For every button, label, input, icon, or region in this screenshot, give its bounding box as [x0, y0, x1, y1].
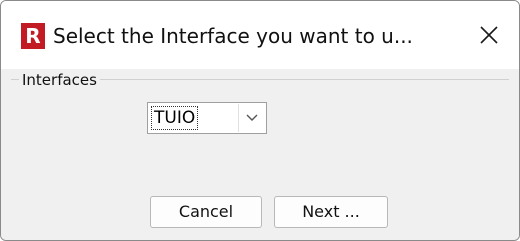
- next-button[interactable]: Next ...: [274, 196, 388, 228]
- interface-select[interactable]: TUIO: [147, 102, 267, 134]
- interfaces-group-label: Interfaces: [19, 70, 100, 90]
- dropdown-button[interactable]: [238, 104, 265, 132]
- cancel-button[interactable]: Cancel: [150, 196, 262, 228]
- window-title: Select the Interface you want to u...: [53, 24, 413, 48]
- chevron-down-icon: [246, 114, 258, 121]
- dialog-body: Interfaces TUIO Cancel Next ...: [1, 69, 519, 240]
- app-logo-icon: R: [21, 23, 45, 49]
- close-button[interactable]: [467, 15, 511, 55]
- title-bar[interactable]: R Select the Interface you want to u...: [1, 1, 519, 69]
- interface-select-value: TUIO: [151, 106, 199, 130]
- dialog-window: R Select the Interface you want to u... …: [0, 0, 520, 241]
- close-icon: [480, 26, 498, 44]
